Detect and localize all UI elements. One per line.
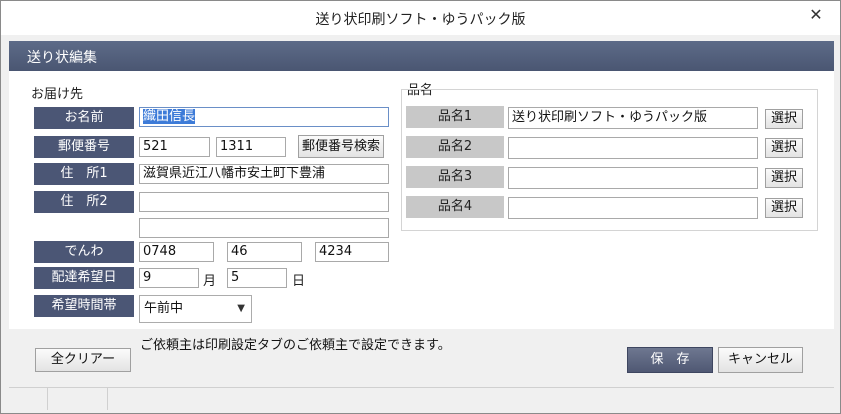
postal-search-button[interactable]: 郵便番号検索 (298, 135, 384, 158)
postal-label: 郵便番号 (34, 136, 134, 158)
status-cell-1 (9, 388, 48, 410)
time-slot-value: 午前中 (144, 301, 184, 316)
phone-input-1[interactable]: 0748 (139, 242, 214, 262)
title-bar: 送り状印刷ソフト・ゆうパック版 ✕ (1, 1, 840, 35)
item3-input[interactable] (508, 167, 758, 189)
item4-input[interactable] (508, 197, 758, 219)
close-icon[interactable]: ✕ (806, 5, 826, 25)
clear-all-button[interactable]: 全クリアー (35, 348, 131, 372)
postal-input-2[interactable]: 1311 (216, 137, 286, 157)
item2-input[interactable] (508, 137, 758, 159)
address3-input[interactable] (139, 218, 389, 238)
phone-input-2[interactable]: 46 (227, 242, 302, 262)
time-slot-label: 希望時間帯 (34, 295, 134, 317)
month-unit: 月 (203, 274, 217, 289)
address1-label: 住 所1 (34, 163, 134, 185)
day-unit: 日 (292, 274, 306, 289)
month-input[interactable]: 9 (139, 268, 199, 288)
phone-input-3[interactable]: 4234 (315, 242, 389, 262)
name-input[interactable]: 織田信長 (139, 107, 389, 127)
item1-label: 品名1 (406, 106, 504, 128)
phone-label: でんわ (34, 241, 134, 263)
status-bar (9, 387, 834, 410)
item2-label: 品名2 (406, 136, 504, 158)
item1-input[interactable]: 送り状印刷ソフト・ゆうパック版 (508, 107, 758, 129)
destination-section-label: お届け先 (31, 87, 84, 102)
edit-panel: お届け先 お名前 織田信長 郵便番号 521 1311 郵便番号検索 住 所1 … (9, 71, 834, 329)
requester-note: ご依頼主は印刷設定タブのご依頼主で設定できます。 (140, 338, 451, 353)
dialog-window: 送り状印刷ソフト・ゆうパック版 ✕ 送り状編集 お届け先 お名前 織田信長 郵便… (0, 0, 841, 414)
day-input[interactable]: 5 (227, 268, 287, 288)
section-header-title: 送り状編集 (27, 50, 97, 66)
item1-select-button[interactable]: 選択 (765, 109, 803, 129)
address2-label: 住 所2 (34, 191, 134, 213)
section-header: 送り状編集 (9, 41, 834, 71)
save-button[interactable]: 保 存 (627, 347, 713, 373)
time-slot-select[interactable]: 午前中 ▼ (139, 295, 252, 323)
cancel-button[interactable]: キャンセル (718, 347, 803, 373)
chevron-down-icon: ▼ (237, 303, 245, 314)
item3-label: 品名3 (406, 166, 504, 188)
address2-input[interactable] (139, 192, 389, 212)
name-value: 織田信長 (143, 109, 196, 124)
item3-select-button[interactable]: 選択 (765, 168, 803, 188)
status-cell-2 (47, 388, 108, 410)
name-label: お名前 (34, 107, 134, 129)
address1-input[interactable]: 滋賀県近江八幡市安土町下豊浦 (139, 164, 389, 184)
postal-input-1[interactable]: 521 (139, 137, 210, 157)
item2-select-button[interactable]: 選択 (765, 138, 803, 158)
item4-label: 品名4 (406, 196, 504, 218)
window-title: 送り状印刷ソフト・ゆうパック版 (315, 12, 526, 28)
item4-select-button[interactable]: 選択 (765, 198, 803, 218)
delivery-date-label: 配達希望日 (34, 267, 134, 289)
